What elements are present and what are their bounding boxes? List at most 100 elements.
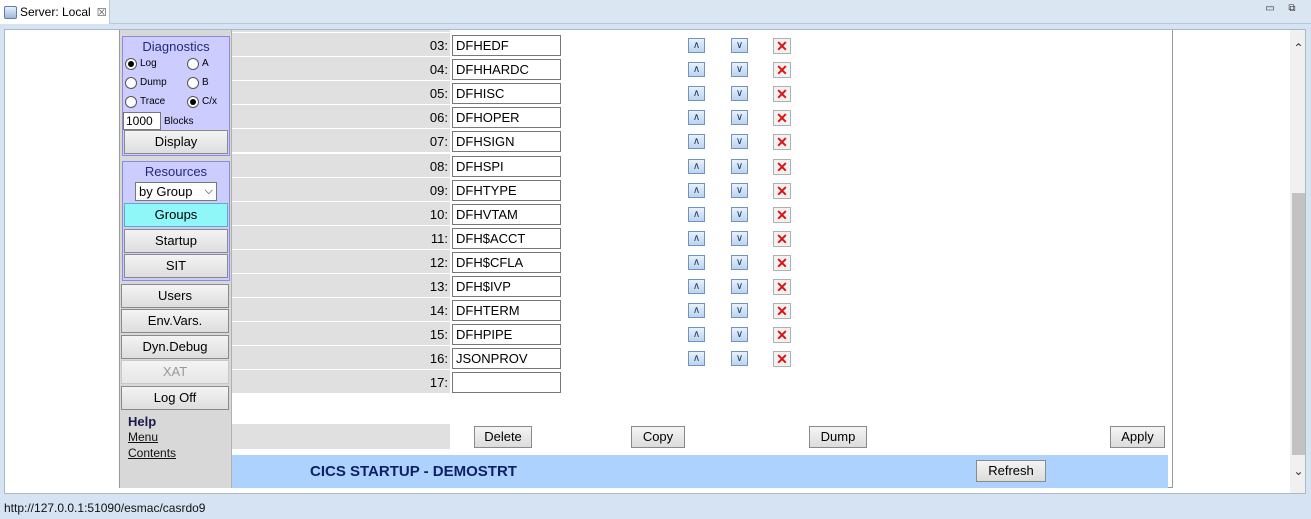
group-name-input[interactable]: DFHHARDC	[452, 59, 561, 81]
group-name-input[interactable]: DFHTERM	[452, 300, 561, 322]
display-button[interactable]: Display	[124, 130, 228, 154]
move-down-icon[interactable]: ∨	[731, 110, 748, 126]
group-name-input[interactable]: DFHOPER	[452, 107, 561, 129]
remove-icon[interactable]: ✕	[773, 158, 791, 175]
table-row: 17:	[232, 370, 1172, 395]
refresh-button[interactable]: Refresh	[976, 460, 1046, 482]
move-up-icon[interactable]: ∧	[688, 254, 705, 270]
group-name-input[interactable]: DFHVTAM	[452, 203, 561, 225]
row-number: 07:	[429, 134, 448, 150]
group-name-input[interactable]: DFHPIPE	[452, 324, 561, 346]
startup-button[interactable]: Startup	[124, 229, 228, 253]
radio-dump[interactable]: Dump	[123, 76, 185, 89]
close-icon[interactable]: ☒	[97, 6, 107, 19]
move-up-icon[interactable]: ∧	[688, 86, 705, 102]
scroll-up-icon[interactable]: ⌃	[1290, 40, 1305, 56]
move-down-icon[interactable]: ∨	[731, 38, 748, 53]
group-name-input[interactable]: DFH$ACCT	[452, 227, 561, 249]
move-down-icon[interactable]: ∨	[731, 327, 748, 343]
group-name-input[interactable]: DFHTYPE	[452, 179, 561, 201]
move-up-icon[interactable]: ∧	[688, 279, 705, 294]
radio-cx-button[interactable]	[187, 95, 199, 108]
move-down-icon[interactable]: ∨	[731, 206, 748, 222]
move-down-icon[interactable]: ∨	[731, 62, 748, 78]
group-name-input[interactable]	[452, 372, 561, 394]
delete-button[interactable]: Delete	[474, 426, 532, 448]
help-contents-link[interactable]: Contents	[128, 445, 176, 461]
move-up-icon[interactable]: ∧	[688, 303, 705, 319]
radio-dump-button[interactable]	[125, 76, 137, 89]
remove-icon[interactable]: ✕	[773, 182, 791, 199]
vertical-scrollbar[interactable]: ⌃ ⌄	[1290, 30, 1305, 493]
move-up-icon[interactable]: ∧	[688, 206, 705, 222]
radio-b-button[interactable]	[187, 76, 199, 89]
apply-button[interactable]: Apply	[1110, 426, 1165, 448]
dump-button[interactable]: Dump	[809, 426, 867, 448]
move-up-icon[interactable]: ∧	[688, 38, 705, 53]
group-name-input[interactable]: DFHEDF	[452, 35, 561, 56]
move-up-icon[interactable]: ∧	[688, 230, 705, 246]
table-row: 07: DFHSIGN ∧ ∨ ✕	[232, 129, 1172, 154]
move-up-icon[interactable]: ∧	[688, 351, 705, 367]
remove-icon[interactable]: ✕	[773, 110, 791, 127]
move-down-icon[interactable]: ∨	[731, 86, 748, 102]
move-down-icon[interactable]: ∨	[731, 279, 748, 294]
remove-icon[interactable]: ✕	[773, 62, 791, 79]
move-down-icon[interactable]: ∨	[731, 158, 748, 174]
move-down-icon[interactable]: ∨	[731, 254, 748, 270]
radio-cx-label: C/x	[202, 96, 217, 107]
blocks-input[interactable]: 1000	[123, 112, 161, 130]
radio-a[interactable]: A	[185, 57, 229, 70]
remove-icon[interactable]: ✕	[773, 254, 791, 271]
move-up-icon[interactable]: ∧	[688, 182, 705, 198]
radio-trace[interactable]: Trace	[123, 95, 185, 108]
users-button[interactable]: Users	[121, 284, 229, 308]
move-down-icon[interactable]: ∨	[731, 182, 748, 198]
group-name-input[interactable]: DFHSPI	[452, 155, 561, 177]
remove-icon[interactable]: ✕	[773, 279, 791, 295]
group-name-input[interactable]: DFH$CFLA	[452, 251, 561, 273]
move-up-icon[interactable]: ∧	[688, 62, 705, 78]
move-down-icon[interactable]: ∨	[731, 134, 748, 150]
env-vars-button[interactable]: Env.Vars.	[121, 309, 229, 333]
remove-icon[interactable]: ✕	[773, 134, 791, 151]
remove-icon[interactable]: ✕	[773, 327, 791, 344]
sit-button[interactable]: SIT	[124, 254, 228, 278]
groups-button[interactable]: Groups	[124, 203, 228, 227]
resources-select[interactable]: by Group ⌵	[135, 182, 217, 201]
move-down-icon[interactable]: ∨	[731, 303, 748, 319]
radio-cx[interactable]: C/x	[185, 95, 229, 108]
remove-icon[interactable]: ✕	[773, 86, 791, 103]
group-name-input[interactable]: DFH$IVP	[452, 276, 561, 297]
move-down-icon[interactable]: ∨	[731, 351, 748, 367]
help-menu-link[interactable]: Menu	[128, 429, 176, 445]
radio-log[interactable]: Log	[123, 57, 185, 70]
group-name-input[interactable]: JSONPROV	[452, 348, 561, 370]
tab-server-local[interactable]: Server: Local ☒	[0, 0, 110, 24]
diagnostics-title: Diagnostics	[142, 39, 210, 54]
radio-log-button[interactable]	[125, 57, 137, 70]
remove-icon[interactable]: ✕	[773, 351, 791, 368]
resources-title: Resources	[144, 164, 208, 179]
minimize-icon[interactable]: ▭	[1263, 3, 1277, 15]
remove-icon[interactable]: ✕	[773, 303, 791, 320]
scroll-down-icon[interactable]: ⌄	[1290, 463, 1305, 479]
radio-a-button[interactable]	[187, 57, 199, 70]
radio-b[interactable]: B	[185, 76, 229, 89]
move-up-icon[interactable]: ∧	[688, 134, 705, 150]
move-up-icon[interactable]: ∧	[688, 327, 705, 343]
move-up-icon[interactable]: ∧	[688, 110, 705, 126]
scroll-thumb[interactable]	[1292, 193, 1305, 455]
remove-icon[interactable]: ✕	[773, 230, 791, 247]
group-name-input[interactable]: DFHISC	[452, 83, 561, 105]
remove-icon[interactable]: ✕	[773, 38, 791, 54]
restore-icon[interactable]: ⧉	[1285, 3, 1299, 15]
copy-button[interactable]: Copy	[631, 426, 685, 448]
move-up-icon[interactable]: ∧	[688, 158, 705, 174]
radio-trace-button[interactable]	[125, 95, 137, 108]
dyn-debug-button[interactable]: Dyn.Debug	[121, 335, 229, 359]
move-down-icon[interactable]: ∨	[731, 230, 748, 246]
log-off-button[interactable]: Log Off	[121, 386, 229, 410]
remove-icon[interactable]: ✕	[773, 206, 791, 223]
group-name-input[interactable]: DFHSIGN	[452, 131, 561, 153]
